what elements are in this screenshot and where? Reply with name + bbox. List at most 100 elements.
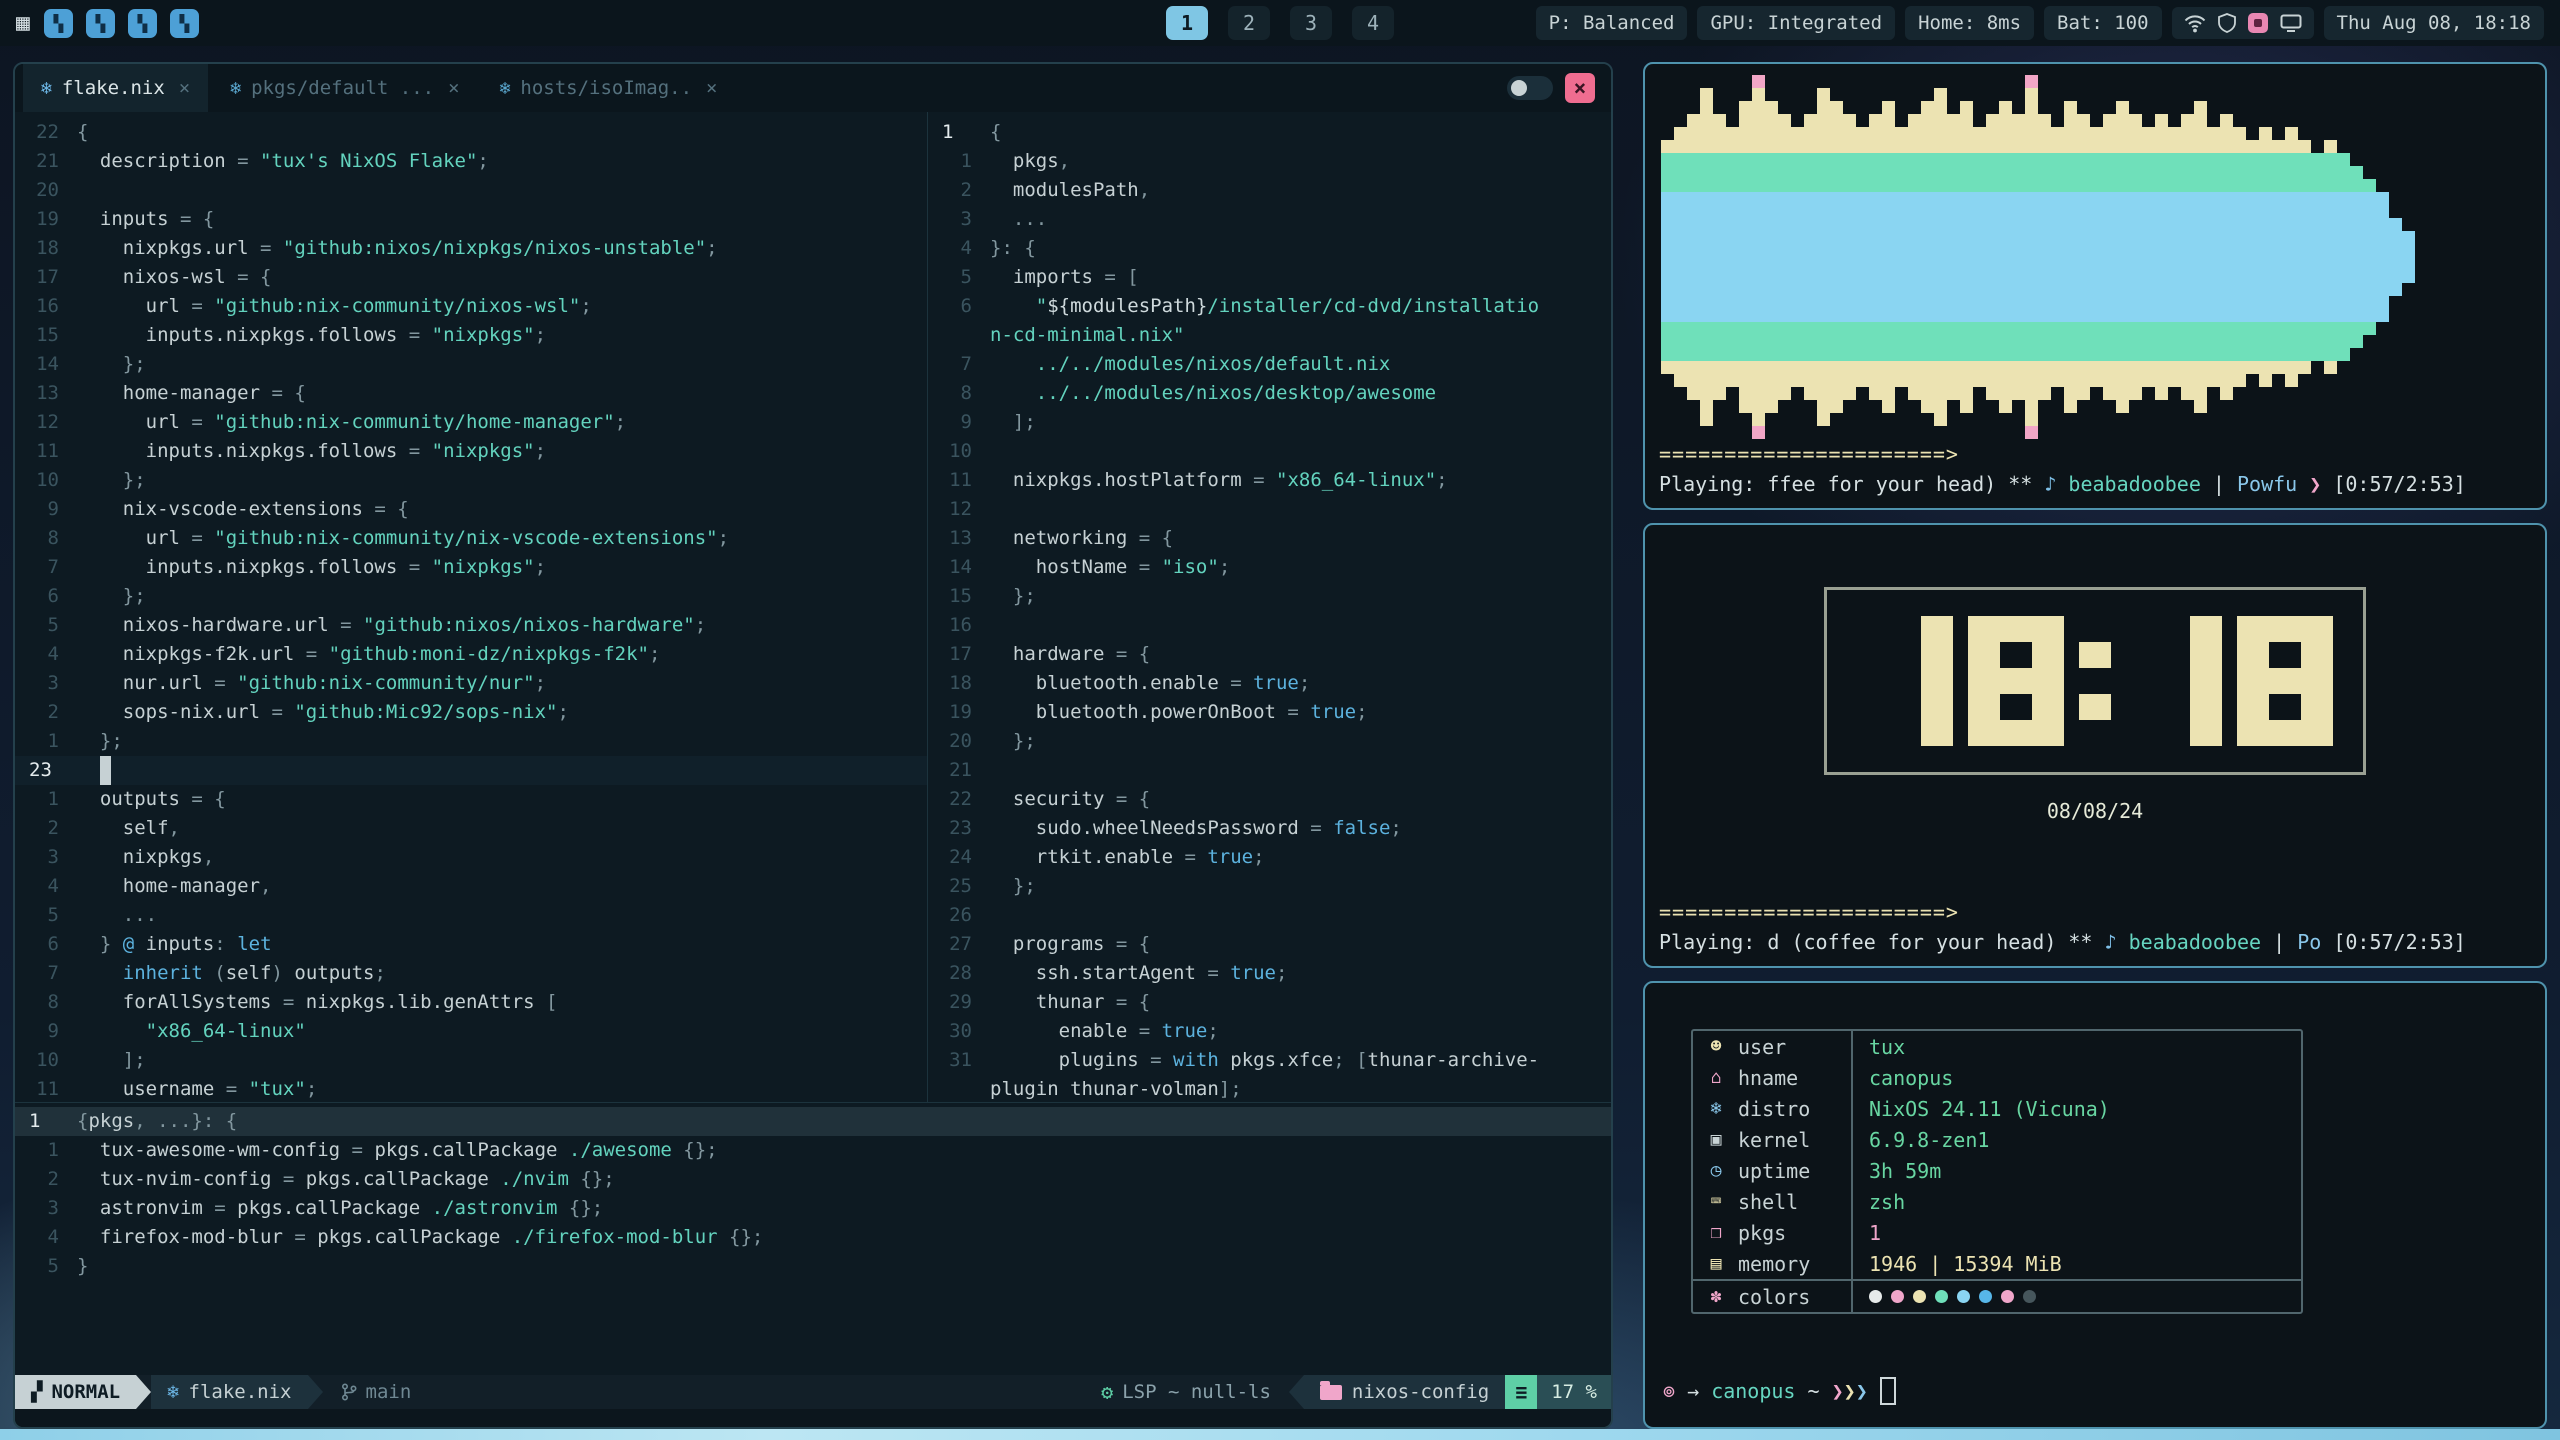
code-line[interactable]: plugin thunar-volman]; — [928, 1075, 1611, 1102]
code-line[interactable]: 11 inputs.nixpkgs.follows = "nixpkgs"; — [15, 437, 927, 466]
app-launcher-icon[interactable]: ▦ — [16, 10, 30, 36]
code-line[interactable]: 16 — [928, 611, 1611, 640]
project-segment[interactable]: nixos-config — [1304, 1375, 1505, 1409]
tag-3[interactable]: 3 — [1290, 6, 1332, 40]
shell-prompt[interactable]: ⊚ → canopus ~ ❯❯❯ — [1663, 1377, 2545, 1405]
code-line[interactable]: 8 url = "github:nix-community/nix-vscode… — [15, 524, 927, 553]
workspace-app-icon[interactable]: ▚ — [170, 9, 199, 38]
code-line[interactable]: 10 }; — [15, 466, 927, 495]
code-line[interactable]: n-cd-minimal.nix" — [928, 321, 1611, 350]
code-line[interactable]: 19 inputs = { — [15, 205, 927, 234]
code-line[interactable]: 21 description = "tux's NixOS Flake"; — [15, 147, 927, 176]
code-line[interactable]: 3 astronvim = pkgs.callPackage ./astronv… — [15, 1194, 1611, 1223]
code-line[interactable]: 8 forAllSystems = nixpkgs.lib.genAttrs [ — [15, 988, 927, 1017]
code-line[interactable]: 16 url = "github:nix-community/nixos-wsl… — [15, 292, 927, 321]
code-line[interactable]: 1{ — [928, 118, 1611, 147]
code-line[interactable]: 4 firefox-mod-blur = pkgs.callPackage ./… — [15, 1223, 1611, 1252]
display-icon[interactable] — [2280, 14, 2302, 33]
code-line[interactable]: 8 ../../modules/nixos/desktop/awesome — [928, 379, 1611, 408]
tab-close-icon[interactable]: × — [448, 77, 459, 99]
code-line[interactable]: 14 }; — [15, 350, 927, 379]
code-line[interactable]: 3 nur.url = "github:nix-community/nur"; — [15, 669, 927, 698]
code-line[interactable]: 6 } @ inputs: let — [15, 930, 927, 959]
code-line[interactable]: 5 ... — [15, 901, 927, 930]
code-line[interactable]: 28 ssh.startAgent = true; — [928, 959, 1611, 988]
workspace-app-icon[interactable]: ▚ — [44, 9, 73, 38]
code-line[interactable]: 23 sudo.wheelNeedsPassword = false; — [928, 814, 1611, 843]
status-segment[interactable]: GPU: Integrated — [1697, 6, 1895, 40]
workspace-app-icon[interactable]: ▚ — [128, 9, 157, 38]
pane-flake-nix[interactable]: 22{21 description = "tux's NixOS Flake";… — [15, 112, 928, 1102]
file-segment[interactable]: ❄ flake.nix — [151, 1375, 307, 1409]
code-line[interactable]: 2 self, — [15, 814, 927, 843]
code-line[interactable]: 31 plugins = with pkgs.xfce; [thunar-arc… — [928, 1046, 1611, 1075]
window-close-button[interactable]: × — [1565, 73, 1595, 103]
code-line[interactable]: 4 nixpkgs-f2k.url = "github:moni-dz/nixp… — [15, 640, 927, 669]
code-line[interactable]: 3 ... — [928, 205, 1611, 234]
workspace-app-icon[interactable]: ▚ — [86, 9, 115, 38]
code-line[interactable]: 27 programs = { — [928, 930, 1611, 959]
code-line[interactable]: 7 inputs.nixpkgs.follows = "nixpkgs"; — [15, 553, 927, 582]
code-line[interactable]: 18 nixpkgs.url = "github:nixos/nixpkgs/n… — [15, 234, 927, 263]
code-line[interactable]: 9 ]; — [928, 408, 1611, 437]
code-line[interactable]: 30 enable = true; — [928, 1017, 1611, 1046]
code-line[interactable]: 17 hardware = { — [928, 640, 1611, 669]
pane-iso-image[interactable]: 1{1 pkgs,2 modulesPath,3 ...4}: {5 impor… — [928, 112, 1611, 1102]
code-line[interactable]: 20 — [15, 176, 927, 205]
record-icon[interactable] — [2248, 13, 2268, 33]
code-line[interactable]: 6 }; — [15, 582, 927, 611]
code-line[interactable]: 23 — [15, 756, 927, 785]
code-line[interactable]: 1 outputs = { — [15, 785, 927, 814]
code-line[interactable]: 29 thunar = { — [928, 988, 1611, 1017]
code-line[interactable]: 1 pkgs, — [928, 147, 1611, 176]
code-line[interactable]: 3 nixpkgs, — [15, 843, 927, 872]
code-line[interactable]: 2 modulesPath, — [928, 176, 1611, 205]
code-line[interactable]: 20 }; — [928, 727, 1611, 756]
tag-1[interactable]: 1 — [1166, 6, 1208, 40]
code-line[interactable]: 22{ — [15, 118, 927, 147]
tab-close-icon[interactable]: × — [179, 77, 190, 99]
code-line[interactable]: 7 ../../modules/nixos/default.nix — [928, 350, 1611, 379]
code-line[interactable]: 10 — [928, 437, 1611, 466]
code-line[interactable]: 5 imports = [ — [928, 263, 1611, 292]
status-segment[interactable]: P: Balanced — [1536, 6, 1688, 40]
code-line[interactable]: 18 bluetooth.enable = true; — [928, 669, 1611, 698]
git-branch-segment[interactable]: main — [323, 1381, 430, 1403]
code-line[interactable]: 9 "x86_64-linux" — [15, 1017, 927, 1046]
code-line[interactable]: 21 — [928, 756, 1611, 785]
code-line[interactable]: 14 hostName = "iso"; — [928, 553, 1611, 582]
tag-2[interactable]: 2 — [1228, 6, 1270, 40]
lsp-segment[interactable]: ⚙ LSP ~ null-ls — [1083, 1380, 1289, 1404]
status-segment[interactable]: Home: 8ms — [1905, 6, 2034, 40]
code-line[interactable]: 2 sops-nix.url = "github:Mic92/sops-nix"… — [15, 698, 927, 727]
code-line[interactable]: 15 inputs.nixpkgs.follows = "nixpkgs"; — [15, 321, 927, 350]
code-line[interactable]: 11 username = "tux"; — [15, 1075, 927, 1102]
code-line[interactable]: 4}: { — [928, 234, 1611, 263]
code-line[interactable]: 22 security = { — [928, 785, 1611, 814]
command-line[interactable] — [15, 1409, 1611, 1427]
code-line[interactable]: 11 nixpkgs.hostPlatform = "x86_64-linux"… — [928, 466, 1611, 495]
tab-flake-nix[interactable]: ❄flake.nix× — [23, 64, 208, 112]
code-line[interactable]: 17 nixos-wsl = { — [15, 263, 927, 292]
wifi-icon[interactable] — [2184, 14, 2206, 33]
pane-pkgs-default[interactable]: 1{pkgs, ...}: {1 tux-awesome-wm-config =… — [15, 1102, 1611, 1375]
code-line[interactable]: 2 tux-nvim-config = pkgs.callPackage ./n… — [15, 1165, 1611, 1194]
code-line[interactable]: 7 inherit (self) outputs; — [15, 959, 927, 988]
toggle-button[interactable] — [1507, 76, 1553, 100]
code-line[interactable]: 1{pkgs, ...}: { — [15, 1107, 1611, 1136]
code-line[interactable]: 24 rtkit.enable = true; — [928, 843, 1611, 872]
clock-date[interactable]: Thu Aug 08, 18:18 — [2324, 6, 2544, 40]
code-line[interactable]: 13 networking = { — [928, 524, 1611, 553]
code-line[interactable]: 26 — [928, 901, 1611, 930]
tag-4[interactable]: 4 — [1352, 6, 1394, 40]
code-line[interactable]: 25 }; — [928, 872, 1611, 901]
code-line[interactable]: 9 nix-vscode-extensions = { — [15, 495, 927, 524]
code-line[interactable]: 10 ]; — [15, 1046, 927, 1075]
code-line[interactable]: 4 home-manager, — [15, 872, 927, 901]
code-line[interactable]: 5 nixos-hardware.url = "github:nixos/nix… — [15, 611, 927, 640]
tab-pkgs-default-[interactable]: ❄pkgs/default ...× — [212, 64, 477, 112]
code-line[interactable]: 5} — [15, 1252, 1611, 1281]
code-line[interactable]: 15 }; — [928, 582, 1611, 611]
code-line[interactable]: 1 }; — [15, 727, 927, 756]
code-line[interactable]: 19 bluetooth.powerOnBoot = true; — [928, 698, 1611, 727]
